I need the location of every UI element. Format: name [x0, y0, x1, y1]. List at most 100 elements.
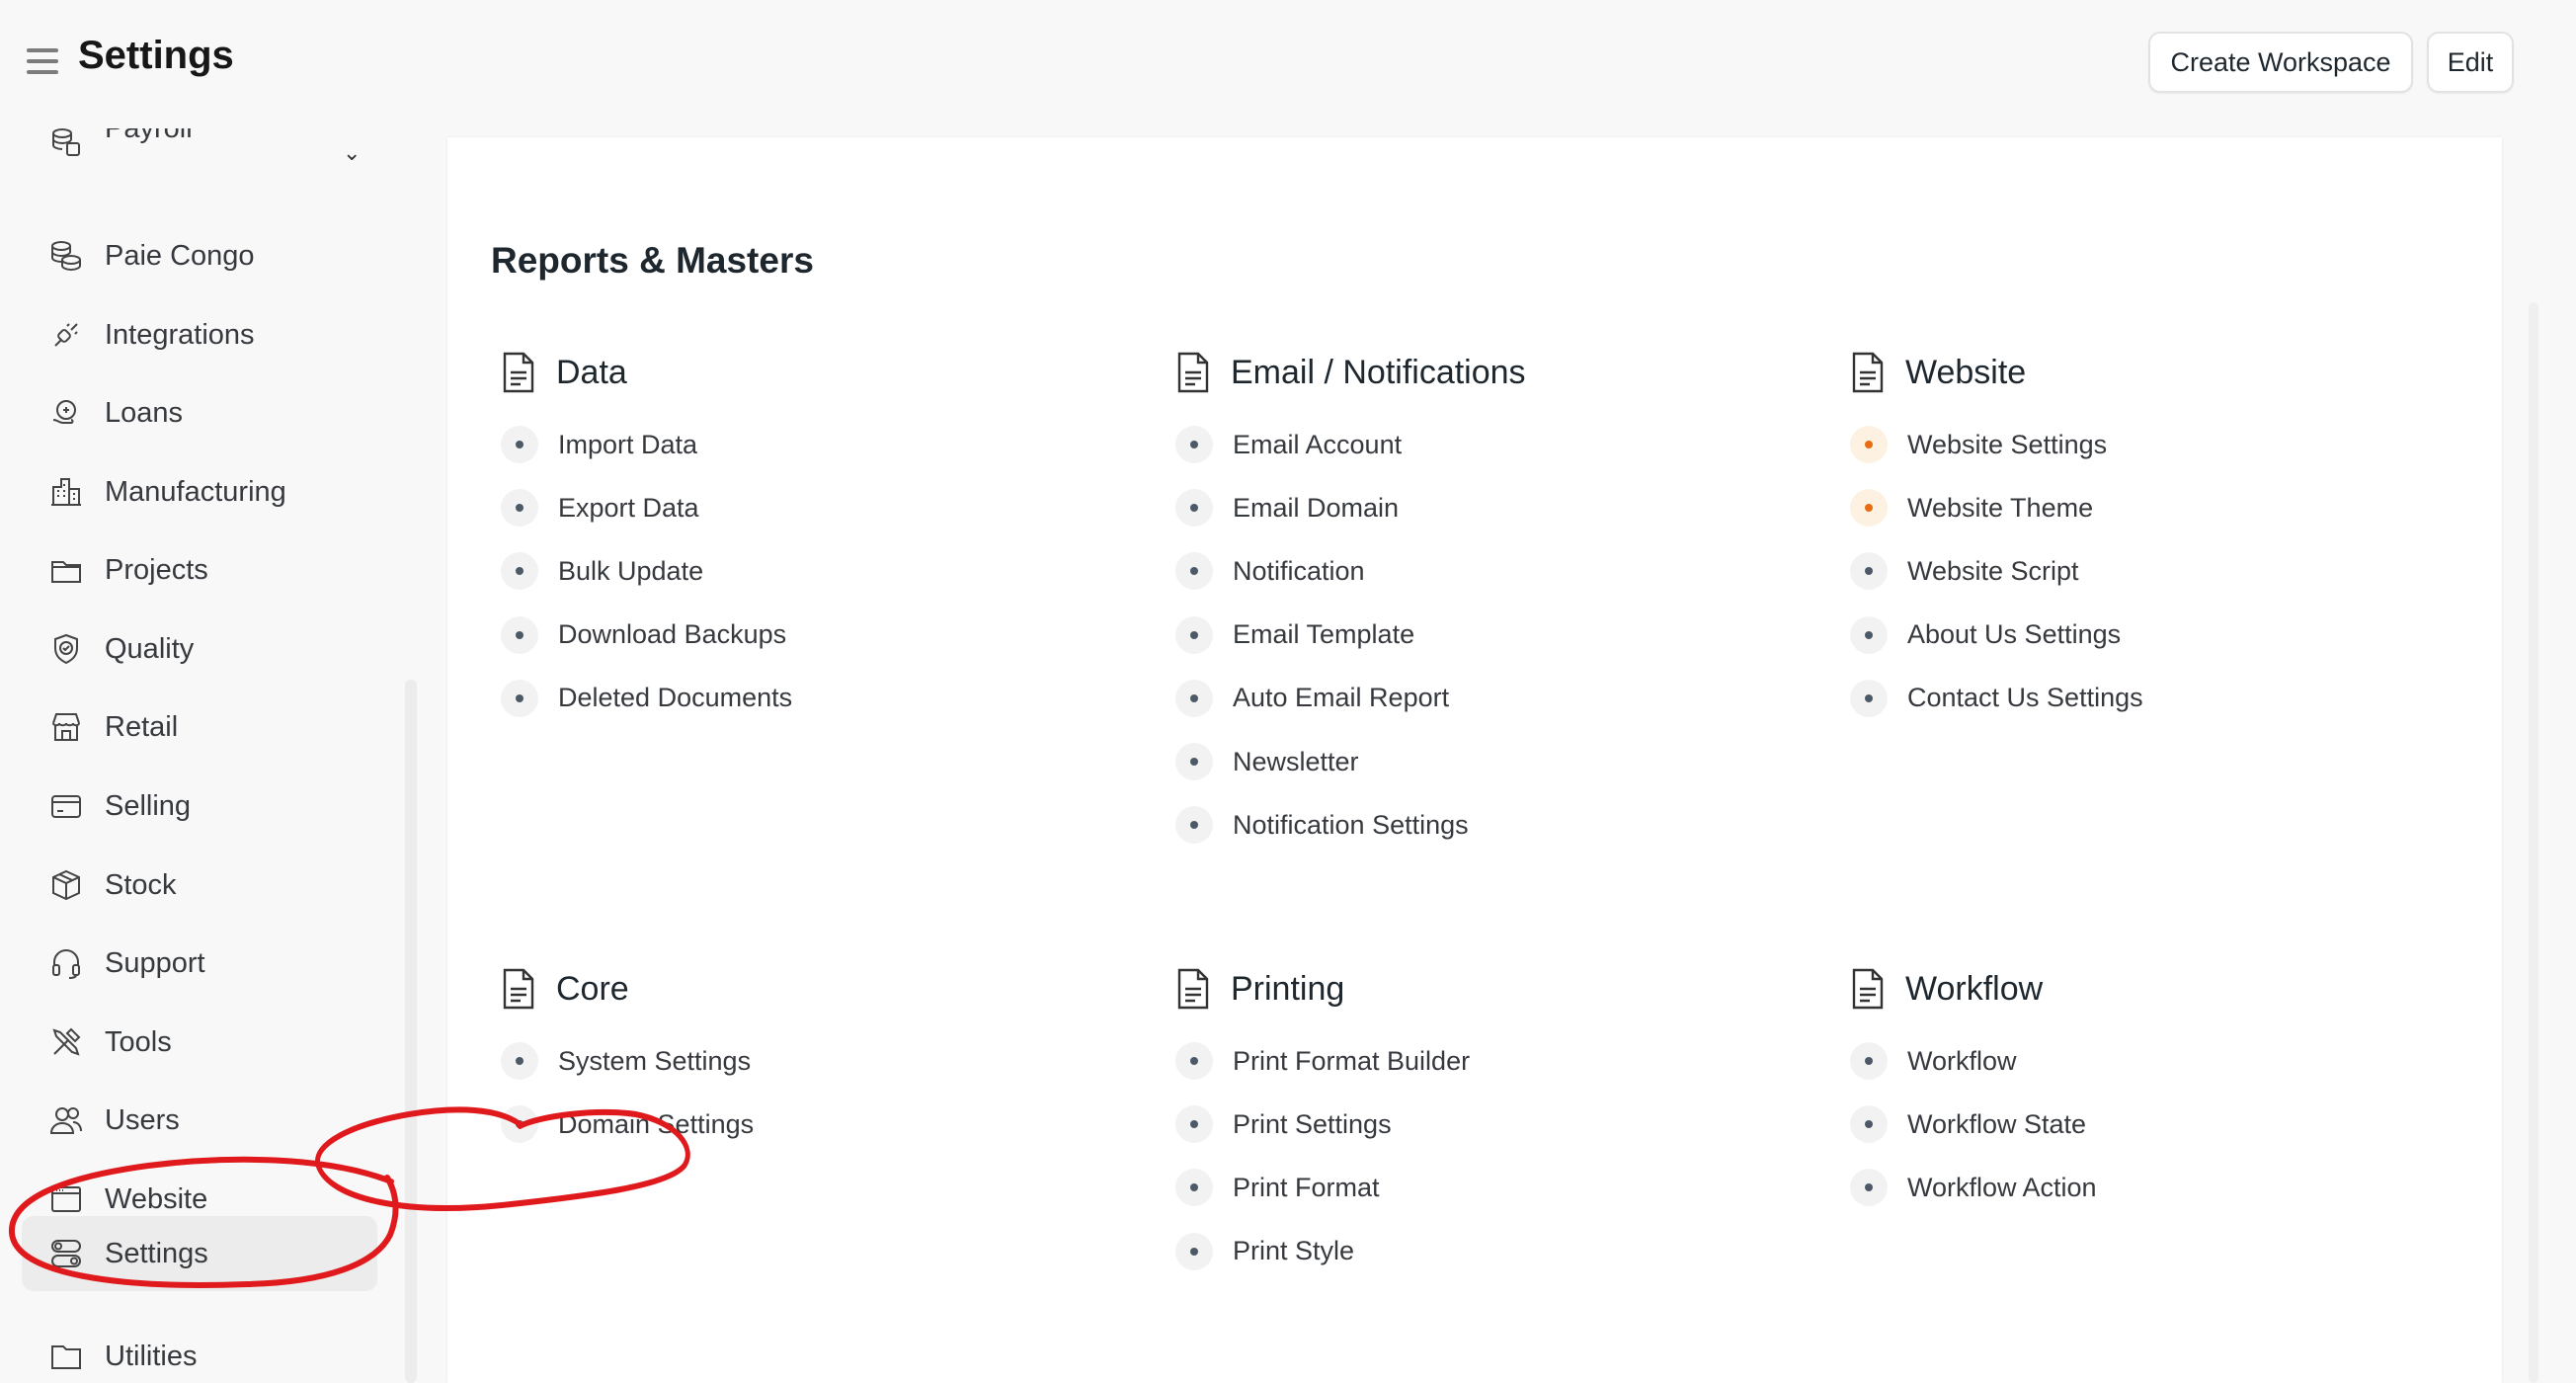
link-deleted-documents[interactable]: Deleted Documents [492, 667, 792, 730]
sidebar-item-label: Loans [105, 396, 184, 429]
sidebar-item-label: Payroll [105, 128, 193, 145]
users-icon [47, 1101, 85, 1139]
sidebar-item-loans[interactable]: Loans [22, 381, 377, 445]
plug-icon [47, 316, 85, 354]
sidebar-item-label: Quality [105, 632, 195, 665]
group-email-notifications: Email / Notifications Email Account Emai… [1167, 348, 1779, 845]
link-notification[interactable]: Notification [1167, 539, 1469, 603]
card-icon [47, 787, 85, 825]
sidebar-item-label: Tools [105, 1025, 172, 1058]
sidebar-item-users[interactable]: Users [22, 1089, 377, 1152]
main-card [447, 137, 2502, 1383]
link-email-account[interactable]: Email Account [1167, 413, 1469, 476]
link-workflow-state[interactable]: Workflow State [1841, 1093, 2097, 1156]
group-title: Workflow [1905, 969, 2044, 1008]
edit-button[interactable]: Edit [2427, 32, 2514, 93]
folder-icon [47, 1338, 85, 1375]
box-icon [47, 866, 85, 904]
link-about-us-settings[interactable]: About Us Settings [1841, 604, 2143, 667]
link-domain-settings[interactable]: Domain Settings [492, 1093, 754, 1156]
group-printing: Printing Print Format Builder Print Sett… [1167, 964, 1779, 1270]
sidebar-item-label: Support [105, 946, 205, 979]
quality-badge-icon [47, 630, 85, 668]
link-system-settings[interactable]: System Settings [492, 1029, 754, 1093]
link-print-format[interactable]: Print Format [1167, 1156, 1470, 1219]
link-print-style[interactable]: Print Style [1167, 1220, 1470, 1283]
main-scrollbar[interactable] [2529, 302, 2538, 1383]
group-core: Core System Settings Domain Settings [492, 964, 1104, 1144]
page-title: Settings [78, 34, 234, 77]
group-title: Email / Notifications [1231, 353, 1526, 391]
link-website-theme[interactable]: Website Theme [1841, 476, 2143, 539]
group-title: Core [556, 969, 629, 1008]
sidebar-scrollbar[interactable] [405, 680, 417, 1383]
link-email-domain[interactable]: Email Domain [1167, 476, 1469, 539]
link-workflow[interactable]: Workflow [1841, 1029, 2097, 1093]
coins-icon [47, 237, 85, 275]
link-notification-settings[interactable]: Notification Settings [1167, 793, 1469, 856]
sidebar-item-label: Website [105, 1182, 208, 1215]
sidebar-item-paie-congo[interactable]: Paie Congo [22, 224, 377, 287]
page-header: Settings Create Workspace Edit [0, 0, 2576, 128]
link-website-settings[interactable]: Website Settings [1841, 413, 2143, 476]
sidebar-item-label: Integrations [105, 318, 255, 351]
sidebar-item-projects[interactable]: Projects [22, 538, 377, 602]
sidebar-item-settings[interactable]: Settings [22, 1216, 377, 1291]
toggle-settings-icon [47, 1235, 85, 1272]
sidebar-item-label: Stock [105, 868, 177, 901]
create-workspace-button[interactable]: Create Workspace [2148, 32, 2413, 93]
sidebar-item-label: Retail [105, 710, 179, 743]
sidebar-item-utilities[interactable]: Utilities [22, 1325, 377, 1383]
link-website-script[interactable]: Website Script [1841, 539, 2143, 603]
sidebar-item-stock[interactable]: Stock [22, 854, 377, 917]
group-title: Data [556, 353, 627, 391]
sidebar-item-quality[interactable]: Quality [22, 617, 377, 681]
link-contact-us-settings[interactable]: Contact Us Settings [1841, 667, 2143, 730]
link-download-backups[interactable]: Download Backups [492, 604, 792, 667]
link-email-template[interactable]: Email Template [1167, 604, 1469, 667]
document-icon [1852, 352, 1884, 393]
sidebar-item-payroll[interactable]: Payroll ⌄ [22, 128, 377, 174]
sidebar-item-label: Settings [105, 1237, 208, 1269]
sidebar-item-label: Selling [105, 789, 192, 822]
folder-icon [47, 551, 85, 589]
money-stack-icon [47, 128, 85, 161]
hand-coin-icon [47, 394, 85, 432]
sidebar-item-label: Projects [105, 553, 208, 586]
tools-icon [47, 1023, 85, 1061]
group-title: Printing [1231, 969, 1345, 1008]
group-website: Website Website Settings Website Theme W… [1841, 348, 2454, 717]
hamburger-menu-icon[interactable] [27, 48, 58, 76]
link-print-format-builder[interactable]: Print Format Builder [1167, 1029, 1470, 1093]
sidebar-item-selling[interactable]: Selling [22, 774, 377, 838]
link-import-data[interactable]: Import Data [492, 413, 792, 476]
sidebar-item-label: Manufacturing [105, 475, 286, 508]
sidebar-item-support[interactable]: Support [22, 932, 377, 995]
link-bulk-update[interactable]: Bulk Update [492, 539, 792, 603]
sidebar-item-retail[interactable]: Retail [22, 695, 377, 759]
chevron-down-icon[interactable]: ⌄ [343, 140, 361, 166]
link-workflow-action[interactable]: Workflow Action [1841, 1156, 2097, 1219]
link-export-data[interactable]: Export Data [492, 476, 792, 539]
link-auto-email-report[interactable]: Auto Email Report [1167, 667, 1469, 730]
sidebar-item-tools[interactable]: Tools [22, 1011, 377, 1074]
document-icon [1852, 968, 1884, 1010]
link-print-settings[interactable]: Print Settings [1167, 1093, 1470, 1156]
sidebar-item-integrations[interactable]: Integrations [22, 303, 377, 366]
section-title: Reports & Masters [491, 240, 814, 281]
document-icon [503, 968, 534, 1010]
document-icon [1177, 352, 1209, 393]
browser-window-icon [47, 1180, 85, 1218]
factory-icon [47, 473, 85, 511]
sidebar-item-manufacturing[interactable]: Manufacturing [22, 460, 377, 524]
link-newsletter[interactable]: Newsletter [1167, 730, 1469, 793]
sidebar-item-label: Users [105, 1103, 180, 1136]
sidebar-item-label: Utilities [105, 1340, 198, 1372]
sidebar-item-label: Paie Congo [105, 239, 255, 272]
document-icon [503, 352, 534, 393]
group-title: Website [1905, 353, 2027, 391]
headset-icon [47, 944, 85, 982]
group-data: Data Import Data Export Data Bulk Update… [492, 348, 1104, 717]
sidebar: Payroll ⌄ Paie Congo Integrations Loans … [0, 128, 395, 1383]
store-icon [47, 708, 85, 746]
